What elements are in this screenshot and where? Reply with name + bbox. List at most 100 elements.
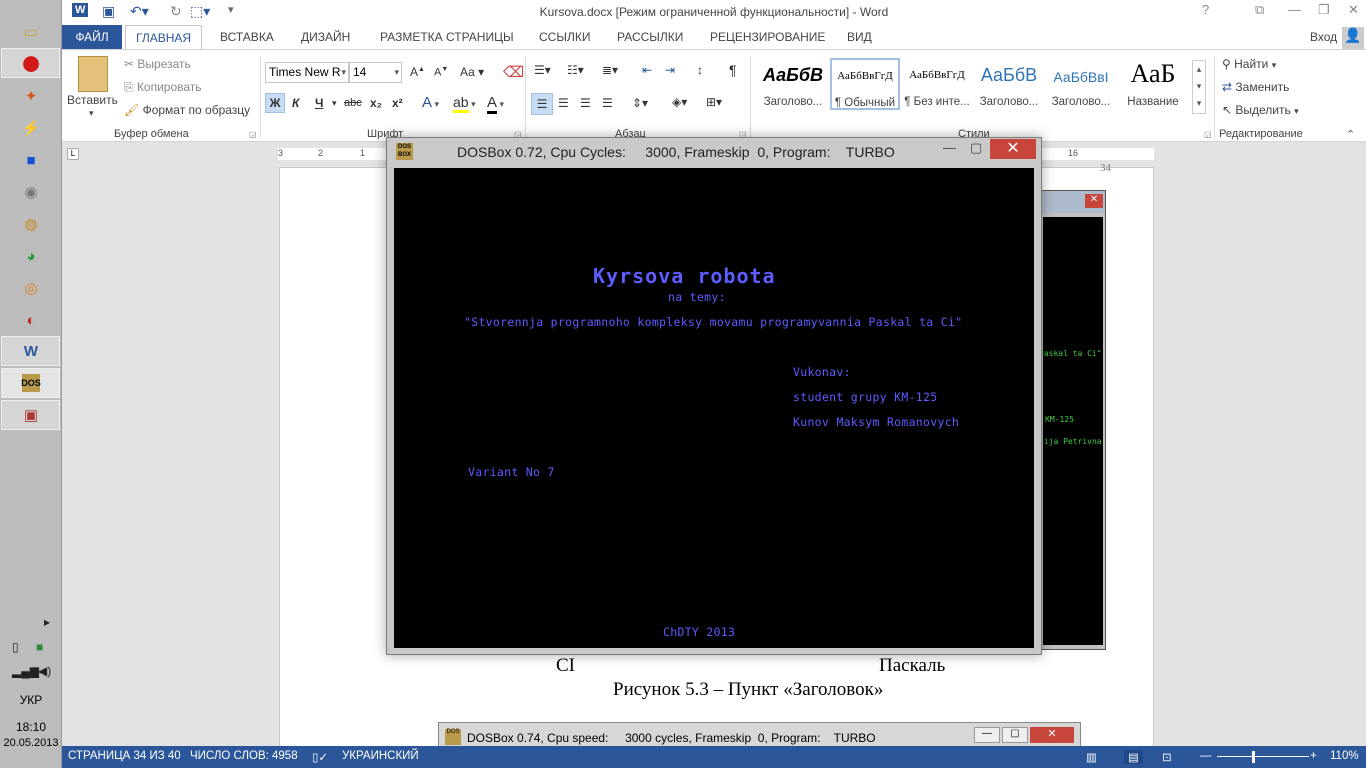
shading-icon[interactable]: ◈▾ (672, 95, 687, 109)
bullets-icon[interactable]: ☰▾ (534, 63, 551, 77)
subscript-button[interactable]: x₂ (370, 96, 382, 110)
underline-dropdown-icon[interactable]: ▾ (332, 98, 337, 109)
print-layout-icon[interactable]: ▤ (1124, 750, 1143, 764)
lightning-app-icon[interactable]: ⚡ (15, 114, 47, 142)
dosbox-icon[interactable]: DOS (21, 374, 41, 392)
highlight-icon[interactable]: ab ▾ (453, 94, 476, 113)
app3-icon[interactable]: ◐ (15, 306, 47, 334)
tab-references[interactable]: ССЫЛКИ (529, 25, 600, 49)
tray-app-icon[interactable]: ■ (36, 640, 43, 654)
copy-button[interactable]: ⎘ Копировать (124, 80, 202, 95)
align-center-icon[interactable]: ☰ (558, 96, 569, 110)
aimp-icon[interactable]: ◍ (15, 210, 47, 238)
app-icon[interactable]: ✦ (15, 82, 47, 110)
chrome-icon[interactable]: ◕ (15, 242, 47, 270)
tab-view[interactable]: ВИД (837, 25, 882, 49)
bold-button[interactable]: Ж (265, 93, 285, 113)
dosbox-minimize-icon[interactable]: — (943, 140, 956, 155)
tab-selector-icon[interactable]: L (67, 148, 79, 160)
folder-icon[interactable]: ▭ (15, 18, 47, 46)
style-heading-1[interactable]: АаБбВ Заголово... (758, 58, 828, 110)
replace-button[interactable]: ⇄ Заменить (1222, 80, 1289, 94)
align-right-icon[interactable]: ☰ (580, 96, 591, 110)
tab-layout[interactable]: РАЗМЕТКА СТРАНИЦЫ (370, 25, 524, 49)
style-heading-3[interactable]: АаБбВвI Заголово... (1046, 58, 1116, 110)
italic-button[interactable]: К (292, 96, 299, 110)
show-formatting-button[interactable]: ¶ (729, 62, 737, 78)
style-normal[interactable]: АаБбВвГгД ¶ Обычный (830, 58, 900, 110)
ribbon-display-icon[interactable]: ⧉ (1255, 2, 1264, 18)
tab-review[interactable]: РЕЦЕНЗИРОВАНИЕ (700, 25, 835, 49)
cf-icon[interactable]: ▣ (15, 401, 47, 429)
numbering-icon[interactable]: ☷▾ (567, 63, 584, 77)
paste-dropdown-icon[interactable]: ▾ (89, 108, 94, 119)
dosbox-titlebar[interactable]: DOS BOX DOSBox 0.72, Cpu Cycles: 3000, F… (387, 138, 1041, 165)
zoom-out-icon[interactable]: — (1200, 750, 1212, 762)
clipboard-launcher-icon[interactable]: ◲ (249, 130, 257, 139)
borders-icon[interactable]: ⊞▾ (706, 95, 722, 109)
zoom-level[interactable]: 110% (1330, 750, 1359, 762)
app2-icon[interactable]: ◎ (15, 274, 47, 302)
close-icon[interactable]: ✕ (1348, 2, 1359, 18)
help-icon[interactable]: ? (1202, 2, 1209, 17)
kmplayer-icon[interactable]: ■ (15, 146, 47, 174)
clear-formatting-icon[interactable]: ⌫ (503, 63, 524, 81)
language-indicator[interactable]: УКРАИНСКИЙ (342, 750, 419, 762)
tab-design[interactable]: ДИЗАЙН (291, 25, 360, 49)
word-icon[interactable]: W (15, 337, 47, 365)
increase-indent-icon[interactable]: ⇥ (665, 63, 675, 77)
restore-icon[interactable]: ❐ (1318, 2, 1330, 18)
superscript-button[interactable]: x² (392, 96, 403, 110)
align-left-icon[interactable]: ☰ (531, 93, 553, 115)
read-mode-icon[interactable]: ▥ (1086, 750, 1097, 764)
line-spacing-icon[interactable]: ⇕▾ (632, 96, 648, 110)
styles-scroll-icon[interactable]: ▴ ▾ ▾ (1192, 60, 1206, 114)
dosbox-window[interactable]: DOS BOX DOSBox 0.72, Cpu Cycles: 3000, F… (386, 137, 1042, 655)
text-effects-icon[interactable]: A ▾ (422, 94, 439, 111)
clock-date[interactable]: 20.05.2013 (0, 737, 62, 749)
signal-icon[interactable]: ▂▄▆ (12, 664, 39, 678)
zoom-slider-thumb[interactable] (1252, 751, 1255, 763)
justify-icon[interactable]: ☰ (602, 96, 613, 110)
format-painter-button[interactable]: 🖌 Формат по образцу (124, 103, 250, 117)
font-size-dropdown[interactable]: 14 ▾ (349, 62, 402, 83)
style-no-spacing[interactable]: АаБбВвГгД ¶ Без инте... (902, 58, 972, 110)
expand-arrow-icon[interactable]: ▸ (44, 615, 50, 629)
zoom-slider[interactable] (1217, 756, 1309, 757)
cut-button[interactable]: ✂ Вырезать (124, 57, 191, 71)
tab-mailings[interactable]: РАССЫЛКИ (607, 25, 693, 49)
multilevel-list-icon[interactable]: ≣▾ (602, 63, 618, 77)
dosbox-close-icon[interactable]: ✕ (990, 139, 1036, 159)
decrease-indent-icon[interactable]: ⇤ (642, 63, 652, 77)
dosbox-maximize-icon[interactable]: ▢ (970, 140, 982, 156)
shrink-font-icon[interactable]: A▼ (434, 66, 448, 79)
find-button[interactable]: ⚲ Найти ▾ (1222, 57, 1276, 71)
proofing-icon[interactable]: ▯✓ (312, 750, 328, 764)
sort-icon[interactable]: ↕ (697, 63, 703, 77)
style-heading-2[interactable]: АаБбВ Заголово... (974, 58, 1044, 110)
collapse-ribbon-icon[interactable]: ⌃ (1346, 128, 1355, 141)
input-language[interactable]: УКР (0, 693, 62, 707)
dosbox-screen[interactable]: Kyrsova robota na temy: "Stvorennja prog… (394, 168, 1034, 648)
tab-home[interactable]: ГЛАВНАЯ (125, 25, 203, 50)
opera-icon[interactable]: ⬤ (15, 49, 47, 77)
minimize-icon[interactable]: — (1288, 2, 1301, 17)
avatar-icon[interactable]: 👤 (1342, 27, 1364, 49)
volume-icon[interactable]: ◀) (38, 664, 51, 678)
tab-insert[interactable]: ВСТАВКА (210, 25, 284, 49)
paste-button[interactable]: Вставить (67, 93, 118, 107)
word-count[interactable]: ЧИСЛО СЛОВ: 4958 (190, 750, 298, 762)
zoom-in-icon[interactable]: + (1310, 750, 1317, 762)
font-name-dropdown[interactable]: Times New R ▾ (265, 62, 349, 83)
change-case-button[interactable]: Аа ▾ (460, 65, 484, 79)
tab-file[interactable]: ФАЙЛ (62, 25, 122, 49)
styles-launcher-icon[interactable]: ◲ (1204, 130, 1212, 139)
select-button[interactable]: ↖ Выделить ▾ (1222, 103, 1299, 117)
strikethrough-button[interactable]: abc (344, 97, 362, 109)
page-counter[interactable]: СТРАНИЦА 34 ИЗ 40 (68, 750, 181, 762)
style-title[interactable]: АаБ Название (1118, 58, 1188, 110)
web-layout-icon[interactable]: ⊡ (1162, 750, 1172, 764)
tool-icon[interactable]: ◉ (15, 178, 47, 206)
sign-in-link[interactable]: Вход (1300, 25, 1347, 49)
underline-button[interactable]: Ч (315, 96, 323, 110)
